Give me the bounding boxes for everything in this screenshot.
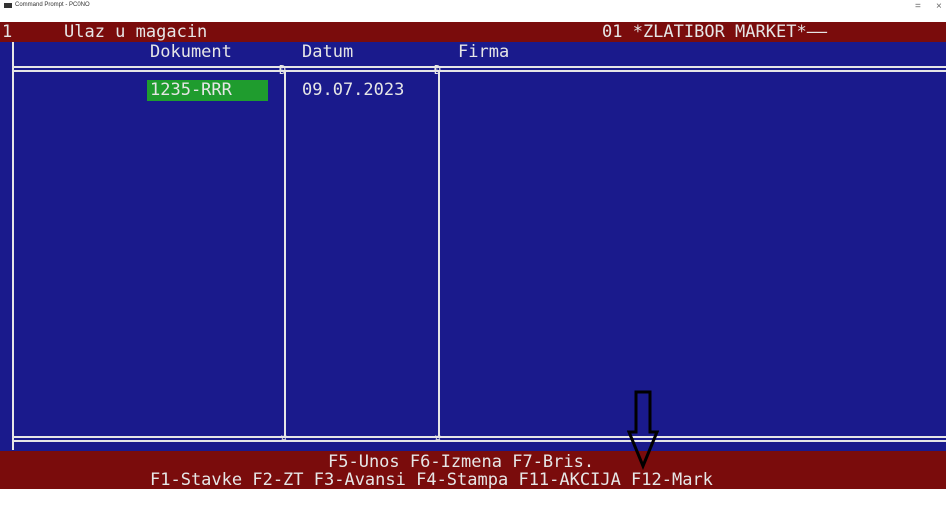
console-area: 1 Ulaz u magacin 01 *ZLATIBOR MARKET*—— … (0, 22, 946, 490)
table-row-datum[interactable]: 09.07.2023 (302, 79, 404, 101)
down-arrow-icon (627, 390, 659, 470)
window-titlebar: Command Prompt - PC0NO = × (0, 0, 946, 22)
junction-marker: ¤ (280, 431, 288, 445)
junction-marker: Ð (434, 63, 442, 77)
junction-marker: ¤ (434, 431, 442, 445)
console-icon (4, 3, 12, 8)
window-title: Command Prompt - PC0NO (15, 2, 90, 8)
minimize-button[interactable]: = (915, 1, 921, 12)
close-button[interactable]: × (936, 1, 942, 12)
column-header-firma: Firma (458, 42, 510, 62)
left-border (12, 42, 14, 450)
top-bar: 1 Ulaz u magacin 01 *ZLATIBOR MARKET*—— (0, 22, 946, 42)
header-divider (12, 66, 946, 72)
function-keys-line-1: F5-Unos F6-Izmena F7-Bris. (328, 452, 595, 472)
footer-divider (12, 436, 946, 442)
column-header-datum: Datum (302, 42, 354, 62)
company-name: 01 *ZLATIBOR MARKET*—— (602, 22, 828, 42)
screen-heading: Ulaz u magacin (64, 22, 208, 42)
function-key-bar: F5-Unos F6-Izmena F7-Bris. F1-Stavke F2-… (0, 451, 946, 490)
function-keys-line-2: F1-Stavke F2-ZT F3-Avansi F4-Stampa F11-… (150, 470, 713, 490)
window-number: 1 (2, 22, 13, 42)
column-separator-2 (438, 72, 440, 436)
table-row-dokument[interactable]: 1235-RRR (150, 79, 232, 101)
junction-marker: Ð (279, 63, 287, 77)
column-header-dokument: Dokument (150, 42, 232, 62)
column-separator-1 (284, 72, 286, 436)
